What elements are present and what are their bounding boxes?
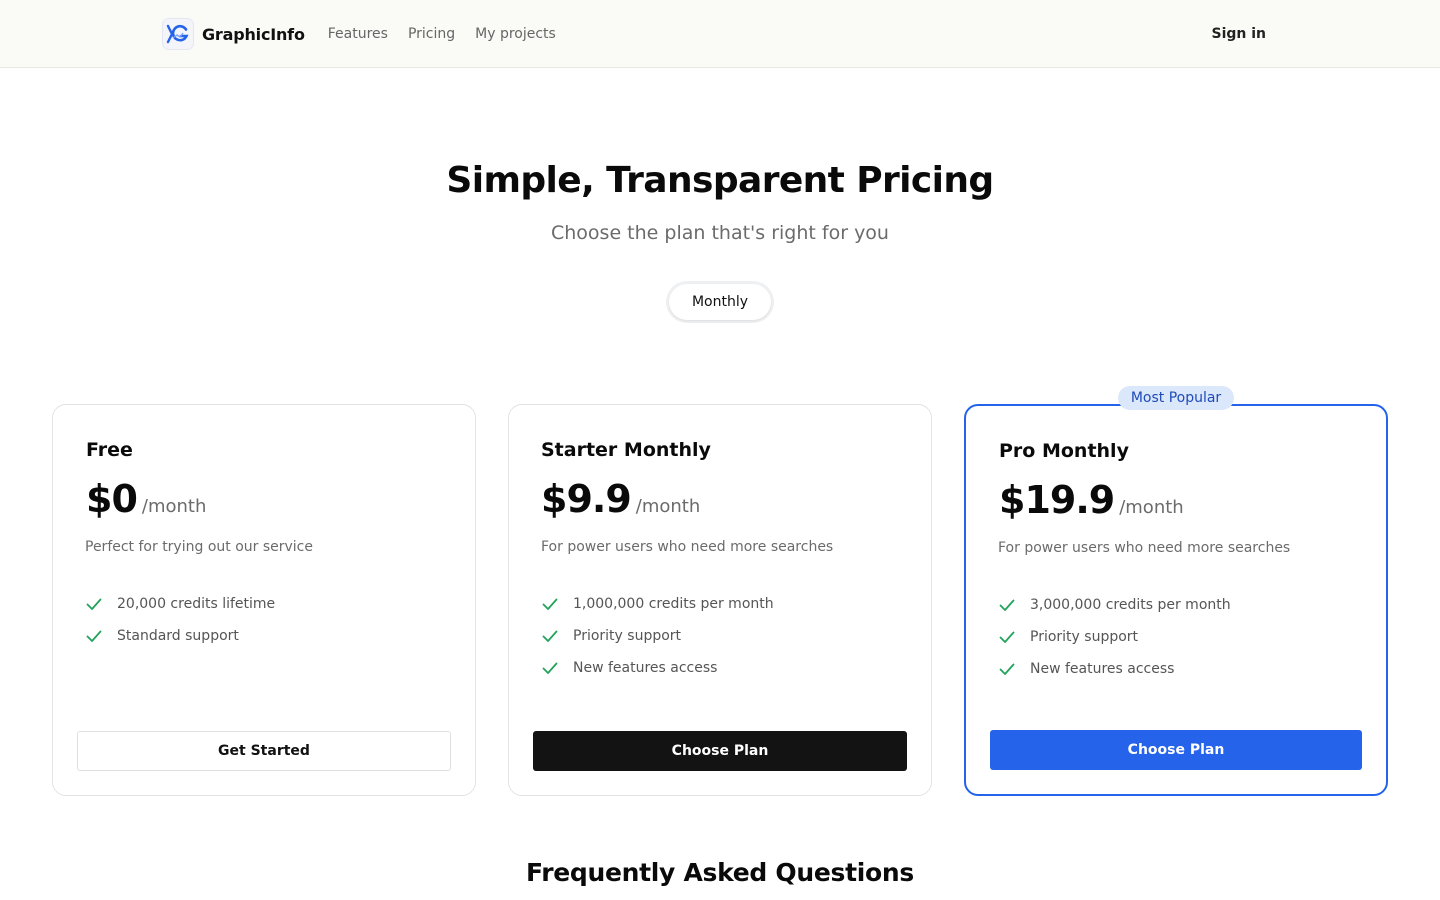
plan-card-free: Free $0 /month Perfect for trying out ou… bbox=[52, 404, 476, 796]
page-title: Simple, Transparent Pricing bbox=[446, 160, 994, 201]
billing-toggle-monthly[interactable]: Monthly bbox=[669, 284, 771, 320]
feature-text: New features access bbox=[573, 660, 718, 676]
check-icon bbox=[999, 599, 1015, 611]
feature-text: Priority support bbox=[1030, 629, 1139, 645]
navbar-inner: GraphicInfo Features Pricing My projects… bbox=[162, 0, 1266, 68]
plan-card-pro: Pro Monthly $19.9 /month For power users… bbox=[964, 404, 1388, 796]
feature-text: Priority support bbox=[573, 628, 682, 644]
feature-text: 20,000 credits lifetime bbox=[117, 596, 276, 612]
nav-link-features[interactable]: Features bbox=[328, 26, 388, 42]
check-icon bbox=[542, 630, 558, 642]
page-subtitle: Choose the plan that's right for you bbox=[551, 222, 889, 244]
feature-item: New features access bbox=[541, 652, 774, 684]
check-icon bbox=[86, 630, 102, 642]
logo-mark bbox=[166, 24, 189, 44]
feature-text: New features access bbox=[1030, 661, 1175, 677]
check-icon bbox=[86, 598, 102, 610]
feature-item: Standard support bbox=[85, 620, 275, 652]
feature-list: 20,000 credits lifetime Standard support bbox=[85, 588, 275, 652]
choose-plan-pro-button[interactable]: Choose Plan bbox=[990, 730, 1362, 770]
choose-plan-starter-button[interactable]: Choose Plan bbox=[533, 731, 907, 771]
plan-name: Free bbox=[86, 439, 133, 461]
faq-title: Frequently Asked Questions bbox=[526, 858, 914, 887]
feature-list: 1,000,000 credits per month Priority sup… bbox=[541, 588, 774, 684]
price-row: $19.9 /month bbox=[999, 478, 1184, 522]
plan-name: Starter Monthly bbox=[541, 439, 711, 461]
feature-text: 3,000,000 credits per month bbox=[1030, 597, 1231, 613]
plan-period: /month bbox=[1119, 497, 1184, 518]
nav-links: Features Pricing My projects bbox=[328, 26, 556, 42]
feature-text: 1,000,000 credits per month bbox=[573, 596, 774, 612]
check-icon bbox=[542, 598, 558, 610]
check-icon bbox=[542, 662, 558, 674]
feature-item: 1,000,000 credits per month bbox=[541, 588, 774, 620]
nav-link-my-projects[interactable]: My projects bbox=[475, 26, 556, 42]
navbar: GraphicInfo Features Pricing My projects… bbox=[0, 0, 1440, 68]
feature-item: Priority support bbox=[541, 620, 774, 652]
plan-card-starter: Starter Monthly $9.9 /month For power us… bbox=[508, 404, 932, 796]
plan-description: For power users who need more searches bbox=[541, 539, 834, 555]
plan-price: $0 bbox=[86, 477, 138, 521]
logo-icon[interactable] bbox=[162, 18, 194, 50]
nav-link-pricing[interactable]: Pricing bbox=[408, 26, 455, 42]
plan-name: Pro Monthly bbox=[999, 440, 1129, 462]
price-row: $0 /month bbox=[86, 477, 206, 521]
plan-period: /month bbox=[635, 496, 701, 517]
plan-price: $19.9 bbox=[999, 478, 1115, 522]
feature-text: Standard support bbox=[117, 628, 239, 644]
check-icon bbox=[999, 631, 1015, 643]
feature-list: 3,000,000 credits per month Priority sup… bbox=[998, 589, 1231, 685]
plan-period: /month bbox=[141, 496, 207, 517]
most-popular-badge: Most Popular bbox=[1118, 386, 1234, 410]
sign-in-link[interactable]: Sign in bbox=[1211, 26, 1266, 42]
feature-item: 20,000 credits lifetime bbox=[85, 588, 275, 620]
price-row: $9.9 /month bbox=[541, 477, 700, 521]
brand-name[interactable]: GraphicInfo bbox=[202, 25, 305, 44]
feature-item: New features access bbox=[998, 653, 1231, 685]
feature-item: Priority support bbox=[998, 621, 1231, 653]
billing-toggle: Monthly bbox=[666, 281, 774, 323]
feature-item: 3,000,000 credits per month bbox=[998, 589, 1231, 621]
plan-price: $9.9 bbox=[541, 477, 632, 521]
get-started-button[interactable]: Get Started bbox=[77, 731, 451, 771]
check-icon bbox=[999, 663, 1015, 675]
plan-description: For power users who need more searches bbox=[998, 540, 1291, 556]
plan-description: Perfect for trying out our service bbox=[85, 539, 313, 555]
